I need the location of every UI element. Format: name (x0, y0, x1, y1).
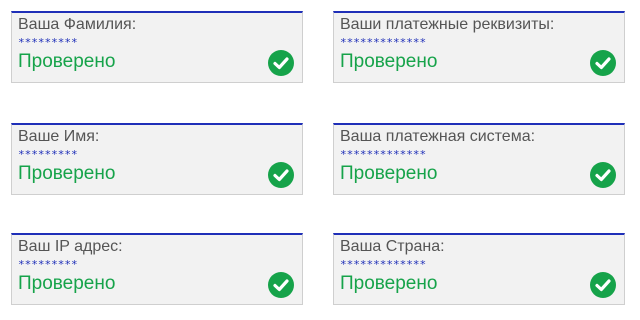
field-label: Ваша Фамилия: (18, 16, 137, 33)
field-card-first-name: Ваше Имя: ********* Проверено (11, 123, 303, 195)
field-label: Ваша платежная система: (340, 128, 536, 145)
field-label: Ваши платежные реквизиты: (340, 16, 555, 33)
masked-value: ************* (340, 36, 427, 49)
masked-value: ********* (18, 36, 78, 49)
field-card-country: Ваша Страна: ************* Проверено (333, 233, 625, 305)
status-text: Проверено (18, 163, 116, 184)
status-text: Проверено (18, 51, 116, 72)
check-circle-icon (268, 162, 294, 188)
check-circle-icon (590, 162, 616, 188)
status-text: Проверено (340, 51, 438, 72)
masked-value: ************* (340, 148, 427, 161)
check-circle-icon (590, 50, 616, 76)
field-label: Ваше Имя: (18, 128, 100, 145)
field-card-ip-address: Ваш IP адрес: ********* Проверено (11, 233, 303, 305)
field-card-payment-system: Ваша платежная система: ************* Пр… (333, 123, 625, 195)
status-text: Проверено (340, 273, 438, 294)
masked-value: ************* (340, 258, 427, 271)
check-circle-icon (268, 50, 294, 76)
masked-value: ********* (18, 258, 78, 271)
field-label: Ваш IP адрес: (18, 238, 123, 255)
check-circle-icon (268, 272, 294, 298)
field-card-surname: Ваша Фамилия: ********* Проверено (11, 11, 303, 83)
masked-value: ********* (18, 148, 78, 161)
status-text: Проверено (340, 163, 438, 184)
field-card-payment-details: Ваши платежные реквизиты: ************* … (333, 11, 625, 83)
status-text: Проверено (18, 273, 116, 294)
check-circle-icon (590, 272, 616, 298)
field-label: Ваша Страна: (340, 238, 445, 255)
